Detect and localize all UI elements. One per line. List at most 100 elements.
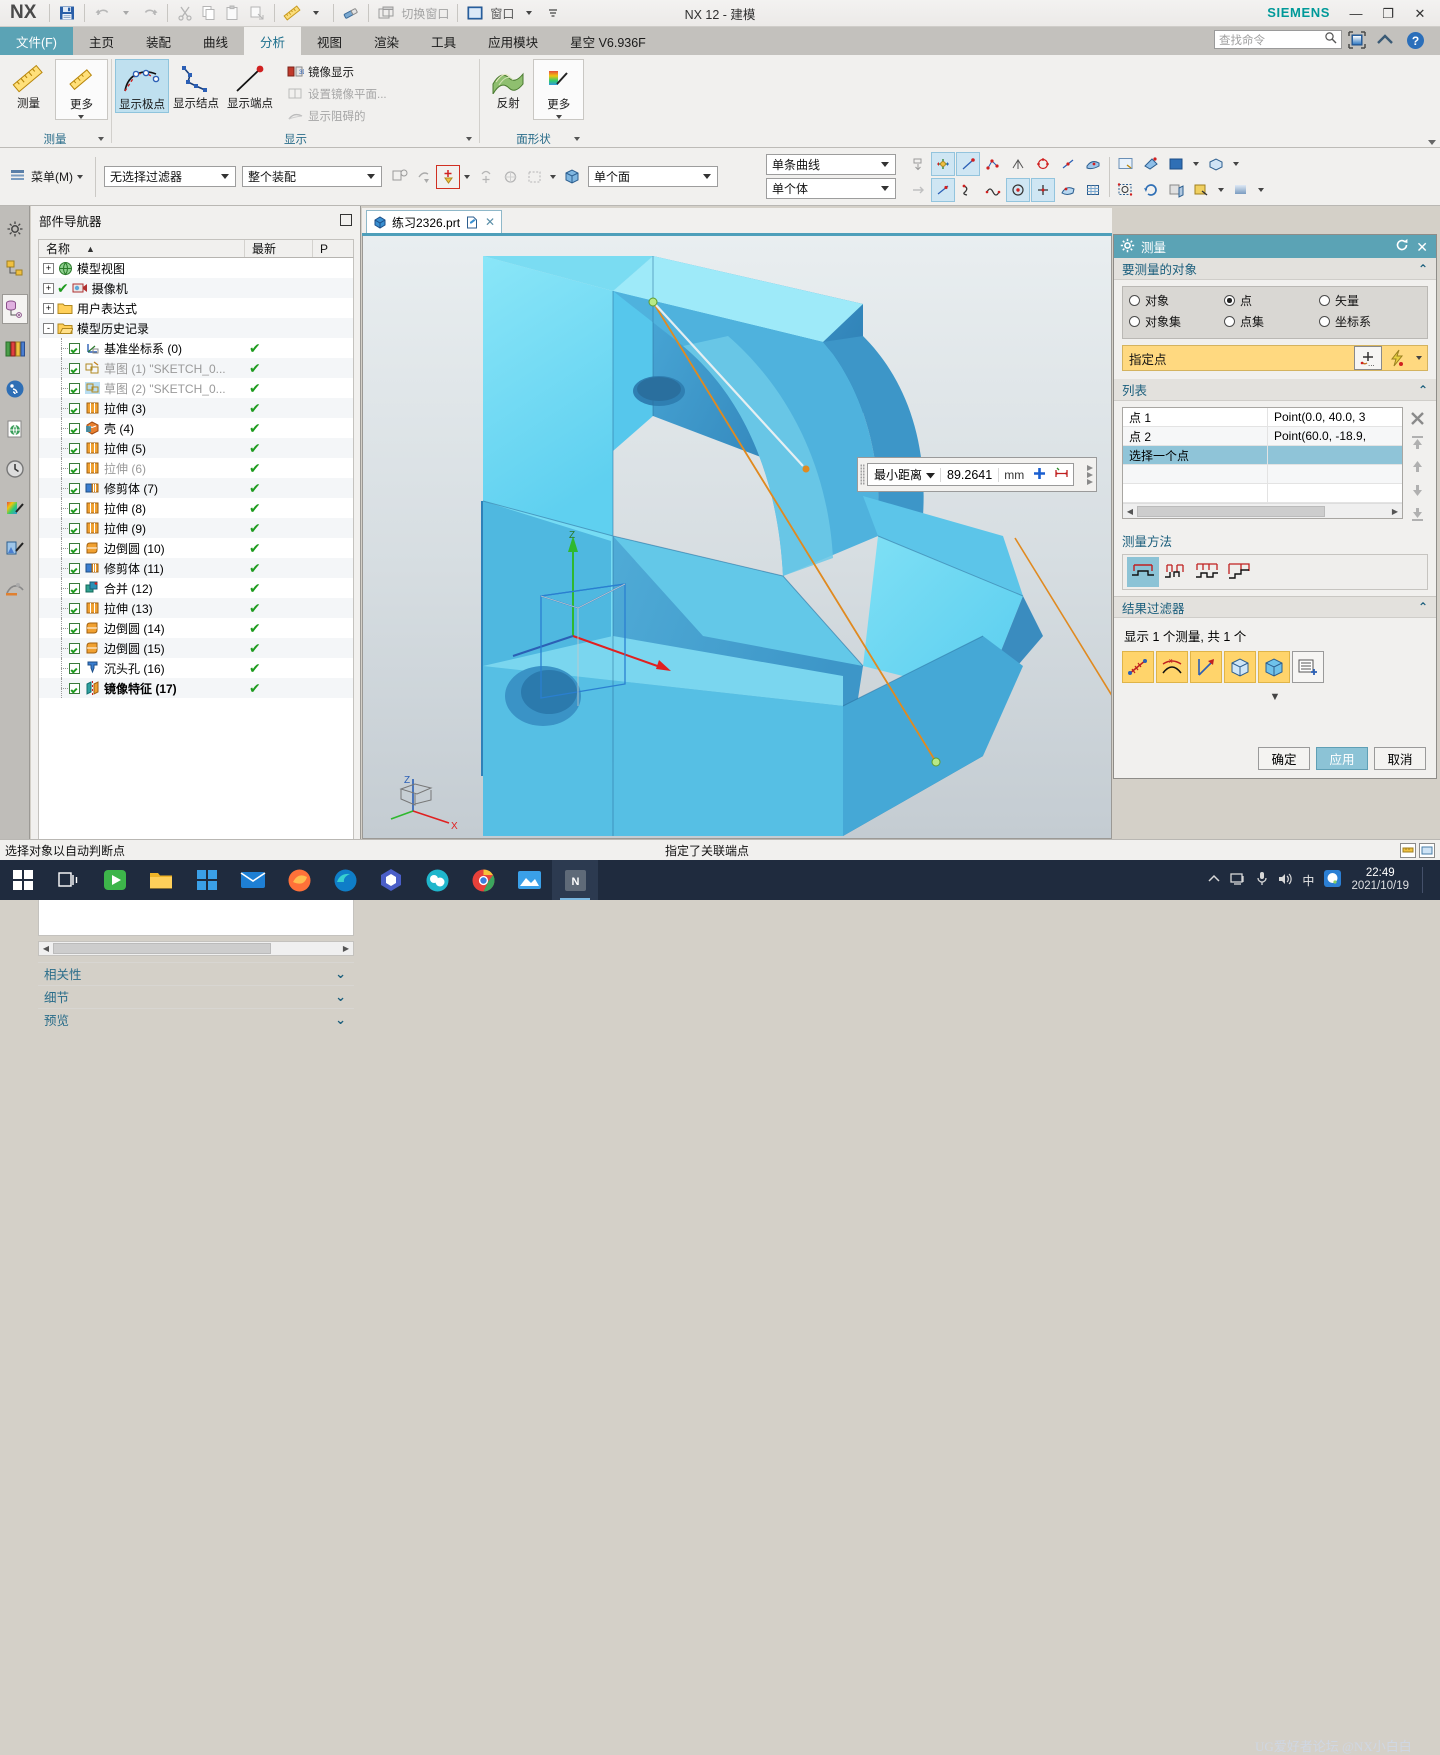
snap-point-filter-icon[interactable]	[436, 164, 460, 189]
radio-point[interactable]: 点	[1224, 292, 1319, 309]
feature-checkbox[interactable]	[69, 682, 80, 694]
save-icon[interactable]	[55, 2, 79, 24]
minimize-button[interactable]: —	[1340, 1, 1372, 27]
distance-filter-icon[interactable]	[1122, 651, 1154, 683]
qat-overflow-icon[interactable]	[541, 2, 565, 24]
snap-control-point-icon[interactable]	[981, 152, 1005, 176]
document-tab[interactable]: 练习2326.prt ✕	[366, 210, 503, 233]
snap-point-cross-icon[interactable]	[1031, 177, 1055, 202]
radio-csys[interactable]: 坐标系	[1319, 313, 1371, 330]
feature-tree[interactable]: + 模型视图 + ✔ 摄像机 + 用户表达式 - 模型历史记录 基准坐标系 (0) ✔ 草图 (1) …	[38, 258, 354, 936]
browser-icon[interactable]	[368, 860, 414, 900]
delete-icon[interactable]	[1406, 407, 1428, 429]
curve-rule-combo[interactable]: 单条曲线	[766, 154, 896, 175]
section-objects-header[interactable]: 要测量的对象 ⌃	[1114, 258, 1436, 280]
tree-row[interactable]: 壳 (4) ✔	[39, 418, 353, 438]
show-desktop-icon[interactable]	[1422, 867, 1434, 893]
tree-row[interactable]: 拉伸 (3) ✔	[39, 398, 353, 418]
chevron-down-icon[interactable]	[367, 174, 375, 179]
maximize-button[interactable]: ❐	[1372, 1, 1404, 27]
history-icon[interactable]	[2, 454, 28, 484]
measure-more-button[interactable]: 更多	[54, 59, 108, 120]
move-bottom-icon[interactable]	[1406, 503, 1428, 525]
tree-row[interactable]: 沉头孔 (16) ✔	[39, 658, 353, 678]
close-icon[interactable]: ✕	[1416, 240, 1428, 254]
feature-checkbox[interactable]	[69, 662, 80, 674]
feature-checkbox[interactable]	[69, 362, 80, 374]
section-dependencies[interactable]: 相关性 ⌄	[38, 962, 354, 984]
scroll-right-icon[interactable]: ▶	[1388, 505, 1402, 518]
group-dialog-launcher-icon[interactable]	[466, 137, 472, 141]
background-dropdown-icon[interactable]	[1254, 178, 1268, 202]
tree-row[interactable]: - 模型历史记录	[39, 318, 353, 338]
section-details[interactable]: 细节 ⌄	[38, 985, 354, 1007]
start-icon[interactable]	[0, 860, 46, 900]
move-down-icon[interactable]	[1406, 479, 1428, 501]
window-dropdown-icon[interactable]	[517, 2, 541, 24]
role-icon[interactable]	[2, 574, 28, 604]
assembly-navigator-icon[interactable]	[2, 254, 28, 284]
face-analysis-more-button[interactable]: 更多	[533, 59, 584, 120]
network-icon[interactable]	[1230, 872, 1247, 889]
body-rule-combo[interactable]: 单个体	[766, 178, 896, 199]
settings-icon[interactable]	[2, 214, 28, 244]
feature-checkbox[interactable]	[69, 402, 80, 414]
snap-existing-point-icon[interactable]	[931, 177, 955, 202]
window-restore-icon[interactable]	[1346, 29, 1368, 51]
list-horizontal-scrollbar[interactable]: ◀ ▶	[1123, 503, 1402, 518]
tree-row[interactable]: 边倒圆 (14) ✔	[39, 618, 353, 638]
feature-checkbox[interactable]	[69, 482, 80, 494]
chevron-down-icon[interactable]: ⌄	[335, 966, 346, 982]
chevron-down-icon[interactable]: ⌄	[335, 1012, 346, 1028]
snap-intersection-icon[interactable]	[1006, 152, 1030, 176]
wechat-icon[interactable]	[414, 860, 460, 900]
feature-checkbox[interactable]	[69, 462, 80, 474]
mail-icon[interactable]	[230, 860, 276, 900]
feature-checkbox[interactable]	[69, 562, 80, 574]
eraser-icon[interactable]	[339, 2, 363, 24]
feature-checkbox[interactable]	[69, 642, 80, 654]
specify-point-row[interactable]: 指定点 ...	[1122, 345, 1428, 371]
tree-row[interactable]: 镜像特征 (17) ✔	[39, 678, 353, 698]
face-body-icon[interactable]	[560, 165, 584, 189]
tab-application[interactable]: 应用模块	[472, 27, 554, 55]
tree-row[interactable]: + ✔ 摄像机	[39, 278, 353, 298]
collapse-ribbon-icon[interactable]	[1374, 29, 1396, 51]
chevron-down-icon[interactable]	[881, 162, 889, 167]
chevron-down-icon[interactable]	[221, 174, 229, 179]
angle-filter-icon[interactable]: x	[1156, 651, 1188, 683]
show-poles-button[interactable]: 显示极点	[115, 59, 169, 113]
feature-checkbox[interactable]	[69, 502, 80, 514]
snap-quadrant-dropdown-icon[interactable]	[546, 165, 560, 189]
group-dialog-launcher-icon[interactable]	[98, 137, 104, 141]
chevron-up-icon[interactable]: ⌃	[1418, 262, 1428, 276]
status-units-icon[interactable]	[1400, 842, 1416, 858]
callout-drag-handle[interactable]	[858, 458, 867, 491]
close-tab-icon[interactable]: ✕	[485, 215, 495, 229]
background-icon[interactable]	[1229, 178, 1253, 202]
snap-curve-point-icon[interactable]	[956, 178, 980, 202]
tab-file[interactable]: 文件(F)	[0, 27, 73, 55]
snap-point-dropdown-icon[interactable]	[460, 165, 474, 189]
hd3d-tools-icon[interactable]	[2, 374, 28, 404]
add-list-icon[interactable]	[1292, 651, 1324, 683]
ribbon-overflow-icon[interactable]	[1428, 140, 1436, 145]
selection-scope-combo[interactable]: 整个装配	[242, 166, 382, 187]
command-search-box[interactable]: 查找命令	[1214, 30, 1342, 49]
show-hidden-icons-icon[interactable]	[1207, 873, 1221, 888]
scrollbar-thumb[interactable]	[1137, 505, 1325, 517]
chevron-down-icon[interactable]	[926, 468, 940, 482]
list-item[interactable]	[1123, 484, 1402, 503]
method-maximum-icon[interactable]	[1191, 557, 1223, 587]
zoom-icon[interactable]	[1139, 152, 1163, 176]
feature-checkbox[interactable]	[69, 442, 80, 454]
edge-icon[interactable]	[322, 860, 368, 900]
selection-filter-combo[interactable]: 无选择过滤器	[104, 166, 236, 187]
measurement-list[interactable]: 点 1 Point(0.0, 40.0, 3 点 2 Point(60.0, -…	[1122, 407, 1403, 519]
snap-spline-point-icon[interactable]	[981, 178, 1005, 202]
chevron-down-icon[interactable]	[881, 186, 889, 191]
reuse-library-icon[interactable]	[2, 334, 28, 364]
view-orient-dropdown-icon[interactable]	[1229, 152, 1243, 176]
shading-dropdown-icon[interactable]	[1189, 152, 1203, 176]
column-header-updated[interactable]: 最新	[245, 240, 313, 257]
